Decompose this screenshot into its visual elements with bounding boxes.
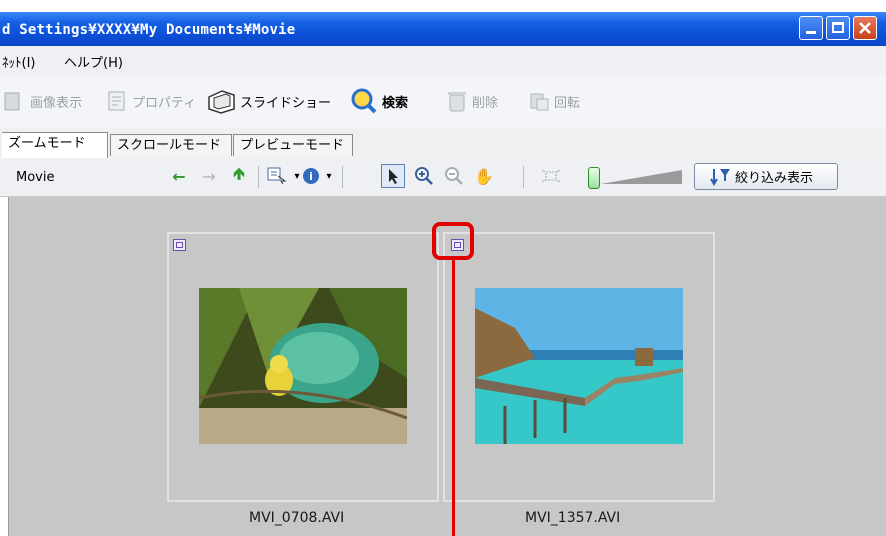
filter-display-label: 絞り込み表示 [735, 171, 814, 186]
thumbnail-card[interactable] [167, 232, 439, 502]
menu-network[interactable]: ﾈｯﾄ(I) [2, 52, 35, 71]
callout-line [452, 260, 455, 536]
filter-display-button[interactable]: 絞り込み表示 [694, 163, 838, 190]
tab-preview-mode[interactable]: プレビューモード [233, 134, 353, 156]
zoom-slider-thumb[interactable] [588, 167, 600, 189]
separator [258, 166, 259, 188]
navigation-toolbar: Movie ← → 🡹 ▾ i ▾ ✋ 絞り込み表示 [0, 158, 886, 197]
properties-button[interactable]: プロパティ [106, 88, 196, 114]
dropdown-arrow-icon[interactable]: ▾ [318, 165, 340, 187]
image-view-label: 画像表示 [30, 95, 83, 111]
menu-bar: ﾈｯﾄ(I) ヘルプ(H) [0, 46, 886, 76]
thumbnail-image [475, 288, 683, 444]
highlight-callout [432, 222, 474, 260]
svg-text:i: i [309, 170, 313, 183]
hand-tool-icon[interactable]: ✋ [473, 165, 495, 187]
search-button[interactable]: 検索 [350, 88, 408, 114]
back-arrow-icon[interactable]: ← [168, 165, 190, 187]
pointer-tool-icon[interactable] [381, 164, 405, 188]
rotate-button[interactable]: 回転 [528, 88, 580, 114]
maximize-icon [832, 22, 844, 33]
forward-arrow-icon[interactable]: → [198, 165, 220, 187]
file-name-label: MVI_0708.AVI [249, 510, 345, 526]
separator [342, 166, 343, 188]
minimize-button[interactable] [799, 16, 823, 40]
close-icon [859, 22, 871, 34]
trash-icon [448, 92, 466, 112]
slideshow-icon [208, 90, 235, 114]
select-mode-icon[interactable] [266, 165, 288, 187]
rotate-label: 回転 [554, 95, 581, 111]
zoom-in-icon[interactable] [413, 165, 435, 187]
search-label: 検索 [382, 95, 409, 111]
slideshow-button[interactable]: スライドショー [206, 88, 331, 114]
up-folder-icon[interactable]: 🡹 [228, 164, 250, 187]
fit-to-window-icon[interactable] [540, 165, 562, 187]
minimize-icon [806, 31, 816, 34]
separator [523, 166, 524, 188]
thumbnail-image [199, 288, 407, 444]
image-view-button[interactable]: 画像表示 [4, 88, 82, 114]
delete-label: 削除 [472, 95, 499, 111]
close-button[interactable] [853, 16, 877, 40]
rotate-icon [530, 93, 549, 111]
filter-icon [710, 168, 730, 186]
zoom-out-icon[interactable] [443, 165, 465, 187]
view-mode-tabs: ズームモード スクロールモード プレビューモード [0, 128, 886, 158]
delete-button[interactable]: 削除 [446, 88, 498, 114]
image-view-icon [4, 92, 20, 111]
thumbnail-card[interactable] [443, 232, 715, 502]
zoom-slider-track[interactable] [600, 170, 682, 184]
movie-badge-icon [173, 239, 186, 251]
search-icon [351, 88, 377, 114]
properties-label: プロパティ [132, 95, 197, 111]
current-folder-label: Movie [16, 170, 55, 185]
window-title: d Settings¥XXXX¥My Documents¥Movie [2, 22, 296, 38]
maximize-button[interactable] [826, 16, 850, 40]
slideshow-label: スライドショー [240, 95, 332, 111]
menu-help[interactable]: ヘルプ(H) [64, 52, 123, 71]
tab-scroll-mode[interactable]: スクロールモード [110, 134, 232, 156]
main-toolbar: 画像表示 プロパティ スライドショー 検索 削除 回転 [0, 76, 886, 128]
tab-zoom-mode[interactable]: ズームモード [2, 132, 108, 158]
file-name-label: MVI_1357.AVI [525, 510, 621, 526]
properties-icon [108, 91, 125, 111]
